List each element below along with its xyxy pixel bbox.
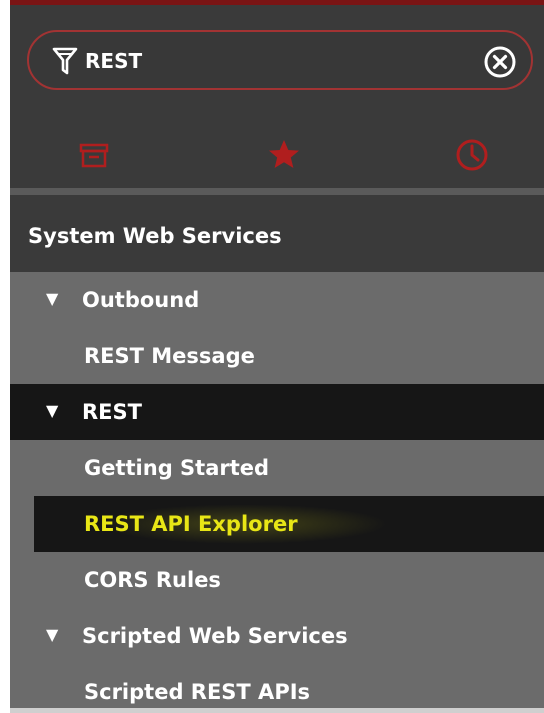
tab-history[interactable] [452,135,492,175]
module-cors-rules[interactable]: CORS Rules [10,552,544,608]
module-rest-message[interactable]: REST Message [10,328,544,384]
header-divider [10,188,544,195]
tab-favorites[interactable] [264,135,304,175]
search-input[interactable] [85,44,465,78]
module-outbound[interactable]: ▼ Outbound [10,272,544,328]
clock-icon [452,135,492,175]
close-circle-icon[interactable] [483,45,517,79]
bottom-edge [10,708,544,713]
module-label: Scripted REST APIs [84,680,311,704]
module-getting-started[interactable]: Getting Started [10,440,544,496]
module-label: REST Message [84,344,255,368]
application-navigator: System Web Services ▼ Outbound REST Mess… [10,0,544,713]
module-rest[interactable]: ▼ REST [10,384,544,440]
module-label: CORS Rules [84,568,221,592]
module-scripted-rest-apis[interactable]: Scripted REST APIs [10,664,544,713]
caret-down-icon: ▼ [46,401,59,420]
module-label: Outbound [82,288,200,312]
filter-search-box[interactable] [27,30,533,90]
module-label: Getting Started [84,456,270,480]
module-label: REST API Explorer [84,512,298,536]
caret-down-icon: ▼ [46,289,59,308]
archive-icon [74,135,114,175]
filter-icon [51,46,79,78]
module-label: REST [82,400,142,424]
section-title: System Web Services [28,224,282,248]
caret-down-icon: ▼ [46,625,59,644]
module-label: Scripted Web Services [82,624,348,648]
tab-all-applications[interactable] [74,135,114,175]
module-rest-api-explorer[interactable]: REST API Explorer [34,496,544,552]
module-scripted-web-services[interactable]: ▼ Scripted Web Services [10,608,544,664]
star-icon [264,135,304,175]
